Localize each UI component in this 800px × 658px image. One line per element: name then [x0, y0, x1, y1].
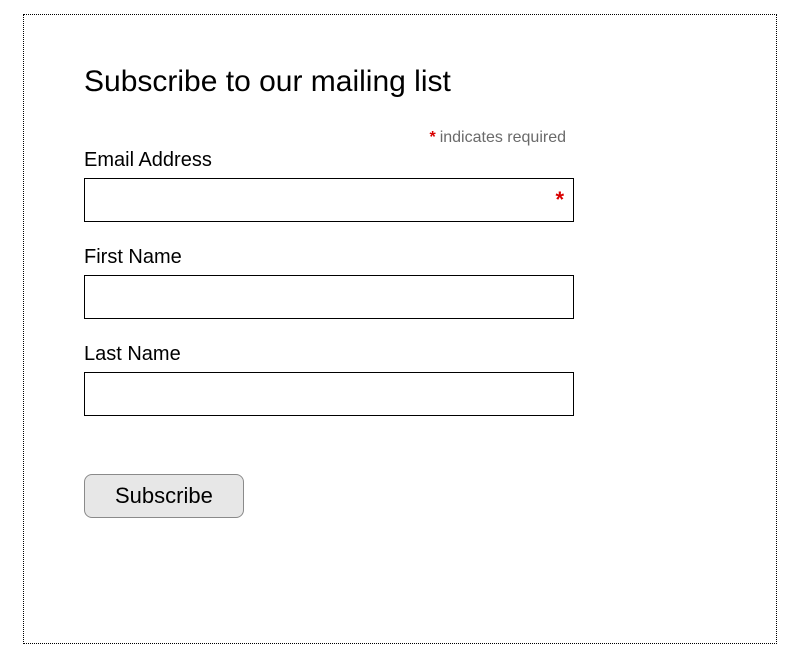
first-name-input-wrap: [84, 275, 574, 319]
first-name-field-group: First Name: [84, 246, 574, 319]
last-name-input[interactable]: [84, 372, 574, 416]
first-name-label: First Name: [84, 246, 574, 269]
first-name-input[interactable]: [84, 275, 574, 319]
last-name-field-group: Last Name: [84, 343, 574, 416]
last-name-input-wrap: [84, 372, 574, 416]
last-name-label: Last Name: [84, 343, 574, 366]
asterisk-icon: *: [429, 129, 435, 146]
form-title: Subscribe to our mailing list: [84, 65, 716, 99]
email-input[interactable]: [84, 178, 574, 222]
email-label: Email Address: [84, 149, 574, 172]
required-note-text: indicates required: [440, 129, 566, 146]
email-field-group: Email Address *: [84, 149, 574, 222]
subscribe-button[interactable]: Subscribe: [84, 474, 244, 518]
required-indicator-note: * indicates required: [84, 129, 716, 147]
email-input-wrap: *: [84, 178, 574, 222]
subscribe-form-container: Subscribe to our mailing list * indicates…: [23, 14, 777, 644]
